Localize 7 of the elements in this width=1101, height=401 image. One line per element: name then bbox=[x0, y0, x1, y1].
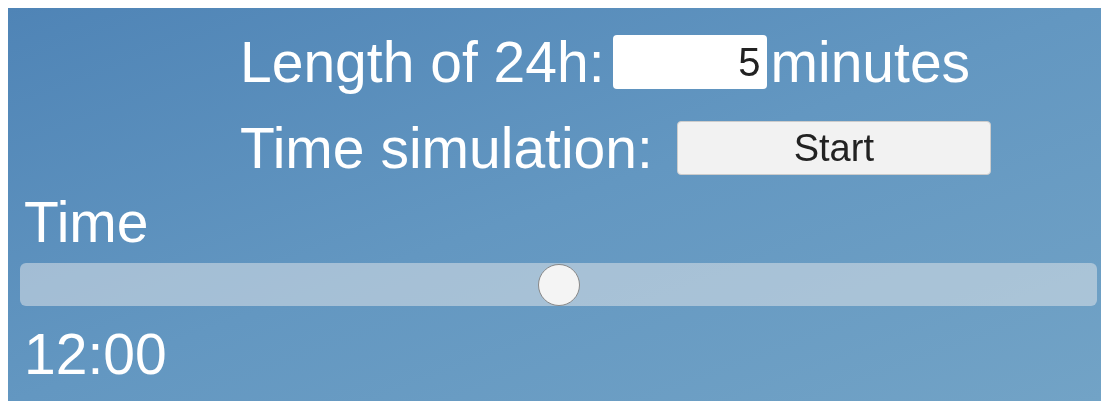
time-reading: 12:00 bbox=[24, 322, 167, 386]
input-field[interactable]: 5 bbox=[612, 35, 767, 89]
field-label: Time simulation: bbox=[240, 119, 653, 177]
start-button[interactable]: Start bbox=[676, 121, 991, 175]
slider-label: Time bbox=[24, 190, 149, 254]
unit-label: minutes bbox=[770, 33, 971, 91]
slider-thumb[interactable] bbox=[537, 263, 580, 306]
